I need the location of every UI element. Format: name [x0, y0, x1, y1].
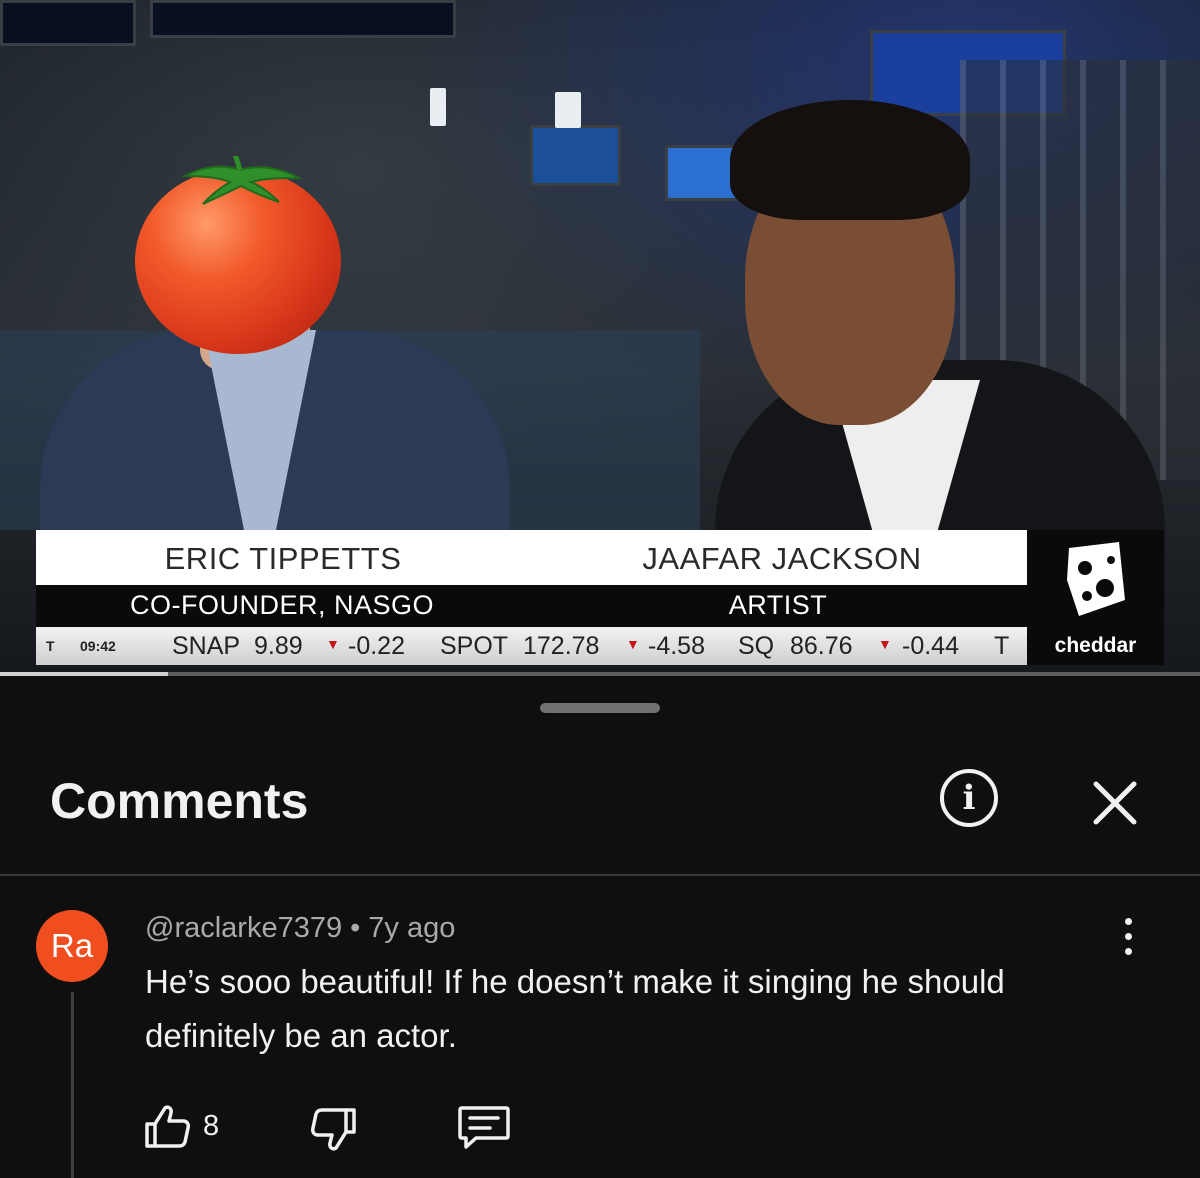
left-guest-role: CO-FOUNDER, NASGO — [129, 590, 435, 620]
comment-age: 7y ago — [368, 912, 456, 944]
ticker-symbol: SPOT — [440, 632, 509, 660]
background-monitor — [0, 0, 136, 46]
comment-body: He’s sooo beautiful! If he doesn’t make … — [145, 963, 1005, 1054]
ticker-time: 09:42 — [80, 638, 116, 654]
background-monitor — [530, 125, 621, 186]
like-count: 8 — [203, 1110, 220, 1142]
down-arrow-icon: ▼ — [878, 636, 892, 652]
comment-meta: @raclarke7379 • 7y ago — [145, 912, 455, 945]
thumbs-down-icon[interactable] — [308, 1104, 358, 1154]
right-guest-role: ARTIST — [728, 590, 828, 620]
separator-dot: • — [350, 912, 361, 944]
ticker-price: 86.76 — [790, 632, 853, 660]
thumbs-up-icon[interactable] — [143, 1102, 193, 1152]
comment-author[interactable]: @raclarke7379 — [145, 912, 342, 944]
ticker-price: 9.89 — [254, 632, 303, 660]
ticker-symbol: SQ — [738, 632, 775, 660]
panel-title: Comments — [50, 773, 309, 829]
studio-light — [430, 88, 446, 126]
header-divider — [0, 874, 1200, 876]
ticker-change: -0.22 — [348, 632, 405, 660]
video-player[interactable]: ERIC TIPPETTS JAAFAR JACKSON CO-FOUNDER,… — [0, 0, 1200, 672]
ticker-symbol: SNAP — [172, 632, 241, 660]
studio-light — [555, 92, 581, 128]
down-arrow-icon: ▼ — [626, 636, 640, 652]
more-options-icon[interactable] — [1110, 918, 1146, 964]
ticker-change: -0.44 — [902, 632, 959, 660]
sheet-drag-handle[interactable] — [540, 703, 660, 713]
channel-logo-text: cheddar — [1054, 634, 1137, 657]
background-monitor — [150, 0, 456, 38]
ticker-prefix: T — [46, 638, 55, 654]
info-icon[interactable]: i — [940, 769, 998, 827]
avatar[interactable]: Ra — [36, 910, 108, 982]
close-icon[interactable] — [1090, 778, 1140, 828]
ticker-change: -4.58 — [648, 632, 705, 660]
left-guest-name: ERIC TIPPETTS — [164, 541, 402, 576]
reply-icon[interactable] — [456, 1102, 512, 1152]
down-arrow-icon: ▼ — [326, 636, 340, 652]
tomato-emoji-icon — [135, 156, 341, 354]
ticker-suffix: T — [994, 632, 1010, 660]
right-guest-hair — [730, 100, 970, 220]
ticker-price: 172.78 — [523, 632, 600, 660]
cheese-icon — [1067, 542, 1125, 616]
right-guest-name: JAAFAR JACKSON — [642, 541, 922, 576]
thread-line — [71, 992, 74, 1178]
stock-ticker: T 09:42 SNAP 9.89 ▼ -0.22 SPOT 172.78 ▼ … — [36, 627, 1027, 665]
